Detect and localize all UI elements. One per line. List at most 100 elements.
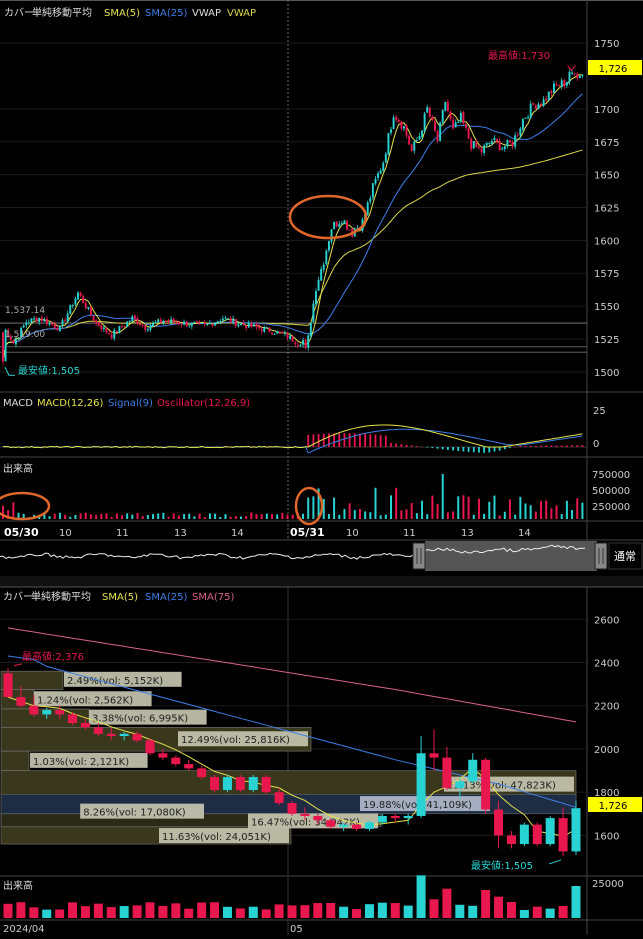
top-volume-title: 出来高: [3, 462, 33, 475]
top-candle: [144, 325, 147, 330]
legend-sma25[interactable]: SMA(25): [145, 8, 187, 19]
bottom-candle: [494, 809, 504, 836]
top-volume-bar: [358, 508, 361, 519]
date-label-11a: 11: [116, 528, 129, 539]
top-candle: [348, 229, 351, 231]
top-candle: [578, 75, 581, 79]
top-candle: [299, 344, 302, 346]
top-candle: [25, 322, 28, 326]
top-candle: [542, 99, 545, 106]
top-candle: [30, 318, 33, 323]
top-volume-bar: [250, 512, 253, 519]
top-candle: [77, 292, 79, 300]
top-candle: [131, 316, 134, 322]
top-legend: カバー 単純移動平均 SMA(5) SMA(25) VWAP VWAP: [4, 6, 256, 19]
macd-tick-25: 25: [593, 406, 606, 417]
top-candle: [115, 331, 118, 333]
bottom-high-label: 最高値:2,376: [22, 650, 84, 663]
legend-sma5[interactable]: SMA(5): [104, 8, 140, 19]
bottom-volume-tick-25000: 25000: [592, 879, 624, 890]
top-candle: [402, 126, 405, 129]
top-volume-bar: [312, 496, 315, 519]
macd-tick-0: 0: [593, 439, 599, 450]
top-volume-bar: [514, 514, 517, 519]
range-selection[interactable]: [425, 541, 597, 571]
top-candle: [452, 119, 455, 129]
top-candle: [534, 105, 537, 109]
bottom-volume-bar: [429, 899, 439, 918]
top-volume-bar: [260, 514, 263, 519]
top-candle: [82, 296, 85, 304]
legend-vwap-1[interactable]: VWAP: [192, 8, 221, 19]
legend-oscillator[interactable]: Oscillator(12,26,9): [157, 398, 250, 409]
bottom-volume-bar: [261, 909, 271, 918]
bottom-candle: [145, 740, 155, 754]
top-volume-bar: [146, 515, 149, 519]
top-candle: [330, 229, 333, 242]
top-volume-bar: [467, 496, 470, 519]
top-candle: [260, 329, 263, 331]
legend-macd[interactable]: MACD(12,26): [37, 398, 104, 409]
top-candle: [457, 122, 460, 124]
bottom-candle: [532, 824, 542, 845]
bottom-volume-bar: [210, 902, 220, 918]
top-candle: [258, 326, 261, 329]
top-volume-bar: [271, 514, 274, 519]
top-candle: [2, 332, 4, 362]
oscillator-bar: [457, 447, 460, 451]
bottom-price-tick: 1600: [594, 831, 619, 842]
bottom-volume-bar: [390, 903, 400, 918]
mode-button-label[interactable]: 通常: [614, 550, 636, 563]
top-candle: [294, 342, 297, 345]
bottom-volume-bar: [55, 909, 65, 918]
top-candle: [524, 117, 527, 119]
top-volume-bar: [519, 496, 522, 519]
oscillator-bar: [307, 434, 310, 447]
legend-bottom-sma75[interactable]: SMA(75): [192, 592, 234, 603]
bottom-candle: [42, 710, 52, 715]
top-candle: [224, 317, 227, 319]
legend-signal[interactable]: Signal(9): [108, 398, 153, 409]
range-handle-right[interactable]: [594, 542, 608, 570]
top-candle: [157, 319, 160, 323]
bottom-volume-bar: [455, 904, 465, 918]
top-candle: [105, 328, 108, 333]
bottom-volume-bar: [119, 906, 129, 918]
top-volume-bar: [550, 508, 553, 519]
top-volume-bar: [560, 514, 563, 519]
date-label-13b: 13: [461, 528, 474, 539]
top-candle: [268, 327, 271, 332]
top-candle: [33, 318, 36, 320]
top-volume-bar: [395, 487, 398, 519]
oscillator-bar: [415, 446, 418, 447]
top-low-label: 最安値:1,505: [18, 364, 80, 377]
range-navigator[interactable]: 通常: [0, 541, 643, 571]
oscillator-bar: [493, 447, 496, 452]
oscillator-bar: [483, 447, 486, 453]
top-candle: [229, 318, 232, 323]
range-handle-left[interactable]: [412, 542, 426, 570]
oscillator-bar: [410, 445, 413, 447]
top-candle: [271, 332, 273, 335]
top-price-tick: 1575: [594, 269, 619, 280]
legend-bottom-sma25[interactable]: SMA(25): [145, 592, 187, 603]
top-candle: [22, 325, 25, 328]
bottom-volume-bar: [248, 906, 258, 918]
legend-bottom-sma5[interactable]: SMA(5): [102, 592, 138, 603]
top-volume-bar: [498, 515, 501, 519]
legend-vwap-2[interactable]: VWAP: [227, 8, 256, 19]
top-candle: [547, 91, 550, 100]
top-candle: [503, 146, 506, 149]
top-volume-bar: [167, 516, 170, 519]
oscillator-bar: [534, 445, 537, 447]
top-candle: [480, 148, 483, 153]
macd-legend: MACD MACD(12,26) Signal(9) Oscillator(12…: [3, 398, 250, 409]
oscillator-bar: [312, 434, 315, 447]
date-label-11b: 11: [403, 528, 416, 539]
top-volume-bar: [53, 513, 56, 519]
top-candle: [516, 134, 519, 136]
top-candle: [97, 322, 100, 327]
bottom-candle: [248, 777, 258, 791]
top-volume-bar: [95, 514, 98, 519]
oscillator-bar: [498, 447, 501, 451]
